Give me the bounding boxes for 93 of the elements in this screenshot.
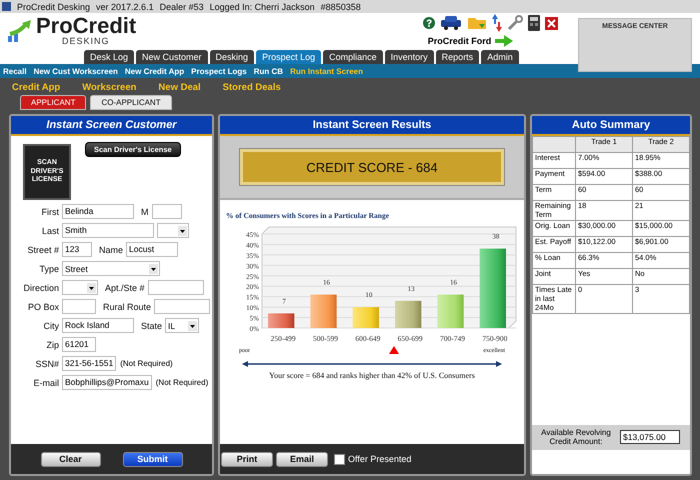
input-field[interactable]: 123: [62, 242, 92, 257]
nav-tab[interactable]: Admin: [481, 50, 519, 64]
bar: [437, 294, 464, 328]
action-link[interactable]: Credit App: [12, 82, 60, 92]
input-field[interactable]: [148, 280, 204, 295]
form-button[interactable]: Clear: [40, 452, 100, 466]
logo-subtitle: DESKING: [61, 37, 111, 46]
input-field[interactable]: Smith: [62, 223, 154, 238]
help-icon[interactable]: [423, 17, 435, 29]
sub-nav-link[interactable]: New Cust Workscreen: [34, 66, 118, 76]
credit-score-banner: CREDIT SCORE - 684: [240, 149, 504, 185]
caret-icon: [178, 226, 187, 236]
result-button[interactable]: Email: [276, 452, 328, 466]
score-marker-icon: [388, 346, 399, 354]
sub-nav-link[interactable]: Recall: [3, 66, 27, 76]
bar: [395, 300, 422, 328]
close-icon[interactable]: [545, 16, 558, 30]
field-label: Type: [38, 264, 59, 274]
logged-in-text: Logged In: Cherri Jackson: [210, 2, 315, 12]
action-link[interactable]: Workscreen: [82, 82, 136, 92]
version-text: ver 2017.2.6.1: [96, 2, 154, 12]
score-summary-text: Your score = 684 and ranks higher than 42% of U.S. Consumers: [269, 371, 475, 380]
field-label: Apt./Ste #: [105, 282, 145, 292]
nav-tab[interactable]: New Customer: [136, 50, 208, 64]
input-field[interactable]: Bobphillips@Promaxu: [62, 375, 152, 390]
input-field[interactable]: Locust: [126, 242, 178, 257]
checkbox-label: Offer Presented: [348, 454, 412, 464]
nav-tab[interactable]: Desking: [210, 50, 254, 64]
action-link[interactable]: New Deal: [158, 82, 201, 92]
note-text: (Not Required): [120, 359, 173, 368]
field-label: First: [40, 206, 59, 216]
applicant-tab[interactable]: APPLICANT: [20, 95, 86, 110]
car-icon[interactable]: [440, 16, 462, 30]
caret-icon: [149, 264, 158, 274]
bar: [352, 307, 379, 328]
nav-tab[interactable]: Compliance: [323, 50, 383, 64]
caret-icon: [188, 320, 198, 330]
field-label: E-mail: [32, 378, 59, 388]
bar: [310, 294, 337, 328]
input-field[interactable]: 321-56-1551: [62, 356, 116, 371]
field-label: Street #: [26, 244, 59, 254]
input-field[interactable]: 61201: [62, 337, 96, 352]
calculator-icon[interactable]: [528, 15, 540, 31]
input-field[interactable]: [154, 299, 210, 314]
select-field[interactable]: [157, 223, 189, 238]
form-button[interactable]: Submit: [122, 452, 182, 466]
user-id-text: #8850358: [320, 2, 361, 12]
field-label: M: [141, 206, 148, 216]
bar: [268, 313, 294, 328]
input-field[interactable]: Belinda: [62, 204, 134, 219]
select-field[interactable]: [62, 280, 98, 295]
select-field[interactable]: Street: [62, 261, 160, 276]
panel-title: Instant Screen Customer: [46, 119, 177, 131]
panel-title: Instant Screen Results: [312, 119, 432, 131]
field-label: City: [42, 320, 59, 330]
field-label: Rural Route: [103, 302, 152, 312]
arrow-right-icon[interactable]: [495, 35, 514, 47]
dealer-text: Dealer #53: [160, 2, 204, 12]
revolving-amount-field[interactable]: $13,075.00: [620, 430, 680, 444]
input-field[interactable]: [152, 204, 182, 219]
sub-nav-link[interactable]: Run CB: [254, 66, 284, 76]
note-text: (Not Required): [156, 378, 208, 387]
applicant-tab[interactable]: CO-APPLICANT: [90, 95, 172, 110]
up-down-arrows-icon[interactable]: [492, 14, 502, 32]
sub-nav-link[interactable]: Prospect Logs: [191, 66, 247, 76]
field-label: Direction: [22, 282, 59, 292]
revolving-label: Available Revolving Credit Amount:: [540, 428, 612, 447]
field-label: Last: [40, 226, 59, 236]
wrench-icon[interactable]: [507, 15, 523, 31]
nav-tab[interactable]: Reports: [436, 50, 480, 64]
result-button[interactable]: Print: [221, 452, 273, 466]
sub-nav-link[interactable]: Run Instant Screen: [290, 66, 363, 76]
offer-checkbox[interactable]: [334, 454, 345, 464]
dealer-name: ProCredit Ford: [428, 36, 492, 46]
caret-icon: [87, 282, 96, 292]
field-label: PO Box: [26, 302, 59, 312]
field-label: SSN#: [34, 358, 59, 368]
nav-tab[interactable]: Desk Log: [84, 50, 134, 64]
field-label: Zip: [45, 340, 59, 350]
select-field[interactable]: IL: [165, 318, 200, 333]
input-field[interactable]: Rock Island: [62, 318, 134, 333]
panel-title: Auto Summary: [572, 119, 650, 131]
logo-text: ProCredit: [36, 15, 136, 37]
action-link[interactable]: Stored Deals: [222, 82, 281, 92]
folder-icon[interactable]: [467, 16, 487, 30]
field-label: Name: [99, 244, 124, 254]
window-title: ProCredit Desking: [17, 2, 90, 12]
nav-tab[interactable]: Prospect Log: [256, 50, 322, 64]
input-field[interactable]: [62, 299, 96, 314]
app-icon: [2, 2, 11, 11]
field-label: State: [141, 320, 162, 330]
sub-nav-link[interactable]: New Credit App: [124, 66, 184, 76]
nav-tab[interactable]: Inventory: [384, 50, 434, 64]
